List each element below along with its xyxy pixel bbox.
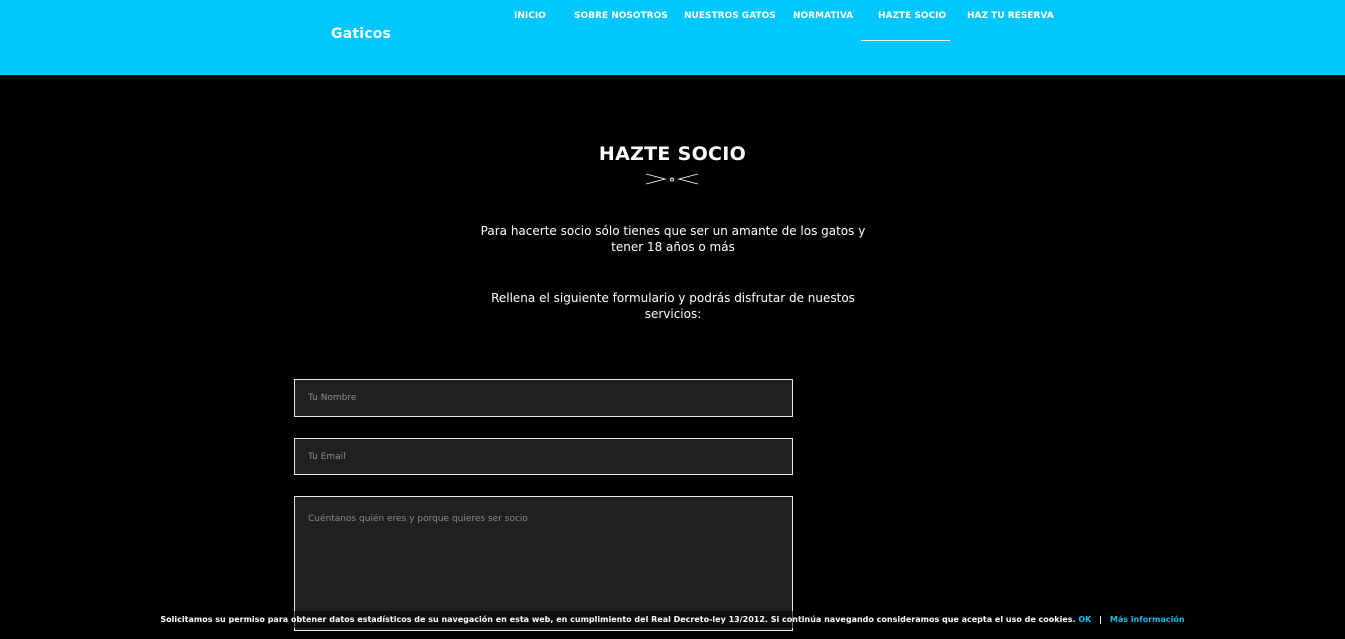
site-header: Gaticos INICIO SOBRE NOSOTROS NUESTROS G… — [0, 0, 1345, 75]
cookie-ok-link[interactable]: OK — [1078, 615, 1091, 624]
intro-form: Rellena el siguiente formulario y podrás… — [491, 291, 855, 321]
cookie-separator: | — [1099, 615, 1103, 624]
active-nav-indicator — [861, 40, 950, 41]
cookie-banner: Solicitamos su permiso para obtener dato… — [0, 611, 1345, 628]
email-field[interactable]: Tu Email — [294, 438, 793, 475]
page: Gaticos INICIO SOBRE NOSOTROS NUESTROS G… — [0, 0, 1345, 639]
nav-item-haz-tu-reserva[interactable]: HAZ TU RESERVA — [967, 11, 1054, 21]
nav-item-inicio[interactable]: INICIO — [514, 11, 546, 21]
cookie-banner-content: Solicitamos su permiso para obtener dato… — [154, 611, 1191, 628]
cookie-more-info-link[interactable]: Más información — [1110, 615, 1185, 624]
cat-whiskers-icon — [645, 173, 699, 185]
nav-item-hazte-socio[interactable]: HAZTE SOCIO — [878, 11, 946, 21]
nav-item-nuestros-gatos[interactable]: NUESTROS GATOS — [684, 11, 776, 21]
cookie-message: Solicitamos su permiso para obtener dato… — [160, 615, 1076, 624]
nav-item-normativa[interactable]: NORMATIVA — [793, 11, 853, 21]
main-nav: INICIO SOBRE NOSOTROS NUESTROS GATOS NOR… — [0, 0, 1345, 75]
intro-requirements: Para hacerte socio sólo tienes que ser u… — [480, 224, 866, 254]
nav-item-sobre-nosotros[interactable]: SOBRE NOSOTROS — [574, 11, 668, 21]
name-field[interactable]: Tu Nombre — [294, 379, 793, 417]
page-title: HAZTE SOCIO — [598, 143, 747, 165]
